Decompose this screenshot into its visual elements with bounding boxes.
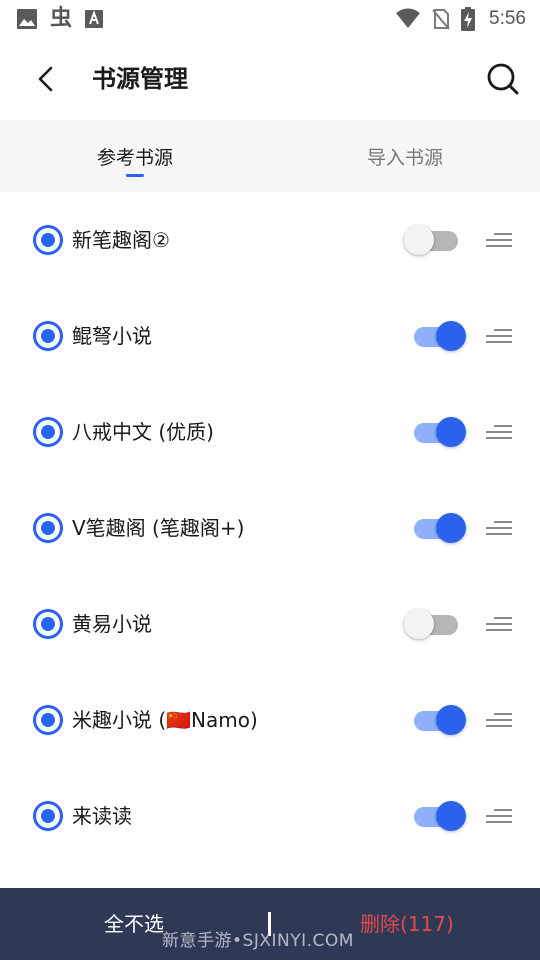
tab-label: 导入书源 [366, 146, 443, 169]
watermark: 新意手游•SJXINYI.COM [162, 931, 354, 951]
enable-switch[interactable] [404, 320, 468, 352]
status-time: 5:56 [489, 8, 526, 29]
source-name: 黄易小说 [72, 612, 152, 636]
image-icon [17, 9, 37, 29]
enable-switch[interactable] [404, 800, 468, 832]
source-row[interactable]: 来读读 [0, 768, 540, 864]
drag-handle-icon[interactable] [484, 708, 512, 732]
enable-switch[interactable] [404, 512, 468, 544]
drag-handle-icon[interactable] [484, 324, 512, 348]
source-list: 新笔趣阁② 鲲弩小说 八戒中文 (优质) V笔趣阁 (笔趣阁+) 黄易小说 米趣… [0, 192, 540, 864]
drag-handle-icon[interactable] [484, 804, 512, 828]
enable-switch[interactable] [404, 224, 468, 256]
source-name: 来读读 [72, 804, 132, 828]
status-left-icons: 虫 [16, 6, 104, 32]
status-right-icons: 5:56 [395, 6, 526, 32]
select-radio[interactable] [33, 417, 63, 447]
drag-handle-icon[interactable] [484, 516, 512, 540]
enable-switch[interactable] [404, 608, 468, 640]
enable-switch[interactable] [404, 704, 468, 736]
source-name: 八戒中文 (优质) [72, 420, 214, 444]
source-name: 鲲弩小说 [72, 324, 152, 348]
source-row[interactable]: 八戒中文 (优质) [0, 384, 540, 480]
battery-charging-icon [461, 7, 476, 31]
tab-indicator [126, 174, 144, 177]
source-name: 新笔趣阁② [72, 228, 170, 252]
tab-reference-sources[interactable]: 参考书源 [0, 120, 270, 192]
select-radio[interactable] [33, 705, 63, 735]
page-title: 书源管理 [92, 65, 188, 93]
drag-handle-icon[interactable] [484, 420, 512, 444]
wifi-icon [396, 8, 421, 28]
no-sim-icon [432, 9, 450, 30]
tab-imported-sources[interactable]: 导入书源 [270, 120, 540, 192]
select-radio[interactable] [33, 225, 63, 255]
drag-handle-icon[interactable] [484, 612, 512, 636]
drag-handle-icon[interactable] [484, 228, 512, 252]
source-row[interactable]: 黄易小说 [0, 576, 540, 672]
tab-bar: 参考书源 导入书源 [0, 120, 540, 192]
select-radio[interactable] [33, 801, 63, 831]
enable-switch[interactable] [404, 416, 468, 448]
bottom-action-bar: 全不选 删除(117) 新意手游•SJXINYI.COM [0, 888, 540, 960]
search-icon [487, 63, 519, 95]
select-radio[interactable] [33, 321, 63, 351]
source-row[interactable]: 鲲弩小说 [0, 288, 540, 384]
bug-icon: 虫 [50, 6, 73, 31]
font-a-icon [85, 10, 104, 28]
source-row[interactable]: V笔趣阁 (笔趣阁+) [0, 480, 540, 576]
back-button[interactable] [26, 59, 66, 99]
search-button[interactable] [482, 58, 524, 100]
select-radio[interactable] [33, 513, 63, 543]
select-none-button[interactable]: 全不选 [104, 908, 164, 940]
status-bar: 虫 5:56 [0, 0, 540, 38]
source-name: V笔趣阁 (笔趣阁+) [72, 516, 245, 540]
source-row[interactable]: 米趣小说 (🇨🇳Namo) [0, 672, 540, 768]
delete-button[interactable]: 删除(117) [360, 908, 454, 940]
tab-label: 参考书源 [96, 146, 173, 169]
source-name: 米趣小说 (🇨🇳Namo) [72, 708, 258, 732]
back-arrow-icon [38, 66, 53, 92]
app-bar: 书源管理 [0, 38, 540, 120]
select-radio[interactable] [33, 609, 63, 639]
source-row[interactable]: 新笔趣阁② [0, 192, 540, 288]
